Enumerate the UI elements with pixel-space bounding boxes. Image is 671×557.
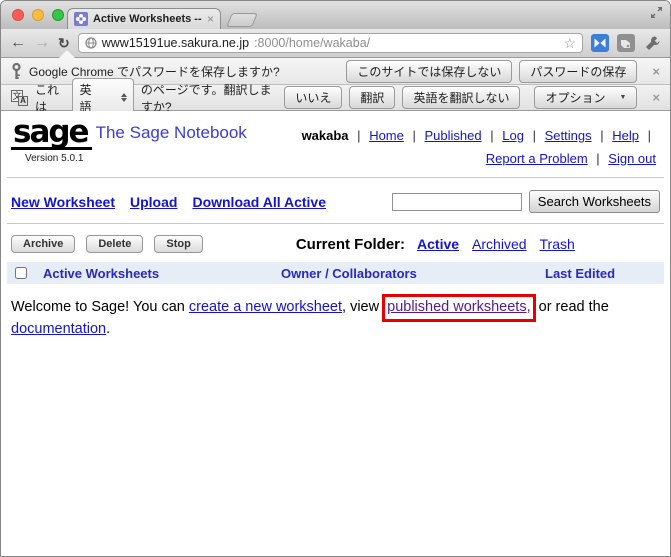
welcome-text: , view [342,299,383,315]
translate-no-button[interactable]: いいえ [284,86,342,109]
delete-button[interactable]: Delete [86,235,143,253]
titlebar: Active Worksheets -- Sage × [1,1,670,29]
create-new-worksheet-link[interactable]: create a new worksheet [189,299,342,315]
never-save-password-button[interactable]: このサイトでは保存しない [346,60,512,83]
blue-extension-icon[interactable] [591,34,609,52]
translate-question: のページです。翻訳しますか? [141,81,278,115]
nav-help-link[interactable]: Help [612,128,639,143]
documentation-link[interactable]: documentation [11,321,106,337]
welcome-text: , [527,299,531,315]
archive-button[interactable]: Archive [11,235,75,253]
wrench-icon[interactable] [643,34,661,52]
back-icon[interactable]: ← [10,35,26,51]
translate-options-label: オプション [545,89,605,106]
annotation-red-box: published worksheets, [382,294,535,322]
close-window-button[interactable] [12,9,24,21]
separator: | [357,125,360,148]
column-owner-collaborators: Owner / Collaborators [281,266,545,281]
folder-bar: Archive Delete Stop Current Folder: Acti… [11,235,660,253]
nav-log-link[interactable]: Log [502,128,524,143]
nav-published-link[interactable]: Published [425,128,482,143]
divider [7,177,664,178]
worksheet-table-header: Active Worksheets Owner / Collaborators … [7,262,664,284]
separator: | [600,125,603,148]
window-controls [12,9,64,21]
welcome-text: . [106,321,110,337]
translate-infobar: 文 A これは 英語 のページです。翻訳しますか? いいえ 翻訳 英語を翻訳しな… [1,85,670,111]
report-problem-link[interactable]: Report a Problem [486,151,588,166]
new-worksheet-link[interactable]: New Worksheet [11,194,115,210]
folder-active-link[interactable]: Active [417,236,459,252]
browser-window: Active Worksheets -- Sage × ← → ↻ www151… [0,0,671,557]
page-content: sageThe Sage Notebook Version 5.0.1 waka… [1,111,670,556]
select-stepper-icon [121,93,127,102]
reload-icon[interactable]: ↻ [58,36,70,50]
welcome-message: Welcome to Sage! You can create a new wo… [11,297,660,341]
minimize-window-button[interactable] [32,9,44,21]
password-message: Google Chrome でパスワードを保存しますか? [29,63,280,80]
url-path: :8000/home/wakaba/ [254,36,370,50]
bookmark-star-icon[interactable]: ☆ [563,36,576,50]
sign-out-link[interactable]: Sign out [608,151,656,166]
page-title: The Sage Notebook [96,123,247,142]
search-worksheets-button[interactable]: Search Worksheets [529,190,660,213]
translate-button[interactable]: 翻訳 [349,86,395,109]
worksheet-actions: New Worksheet Upload Download All Active… [11,190,660,213]
upload-link[interactable]: Upload [130,194,177,210]
globe-icon [85,37,97,49]
separator: | [490,125,493,148]
key-icon [11,63,22,80]
download-all-active-link[interactable]: Download All Active [192,194,326,210]
sage-logo: sage [11,119,92,150]
separator: | [648,125,651,148]
chevron-down-icon: ▼ [619,94,626,101]
translate-icon: 文 A [11,90,28,106]
translate-bar-close-icon[interactable]: × [652,90,660,105]
browser-tab[interactable]: Active Worksheets -- Sage × [67,8,221,29]
nav-settings-link[interactable]: Settings [545,128,592,143]
separator: | [596,148,599,171]
save-password-button[interactable]: パスワードの保存 [519,60,637,83]
user-nav: wakaba | Home | Published | Log | Settin… [302,125,656,171]
zoom-window-button[interactable] [52,9,64,21]
separator: | [533,125,536,148]
stop-button[interactable]: Stop [154,235,202,253]
username: wakaba [302,128,349,143]
column-last-edited: Last Edited [545,266,615,281]
separator: | [413,125,416,148]
password-bar-close-icon[interactable]: × [652,64,660,79]
translate-options-button[interactable]: オプション ▼ [534,86,637,109]
new-tab-button[interactable] [226,13,258,27]
welcome-text: or read the [535,299,609,315]
folder-archived-link[interactable]: Archived [472,236,526,252]
sage-favicon [74,12,88,26]
current-folder-label: Current Folder: [296,236,405,253]
browser-toolbar: ← → ↻ www15191ue.sakura.ne.jp :8000/home/… [1,29,670,58]
folder-trash-link[interactable]: Trash [540,236,575,252]
screen: Active Worksheets -- Sage × ← → ↻ www151… [0,0,671,557]
published-worksheets-link[interactable]: published worksheets [387,299,526,315]
select-all-checkbox[interactable] [15,267,27,279]
forward-icon[interactable]: → [34,35,50,51]
fullscreen-icon[interactable] [650,6,663,19]
nav-home-link[interactable]: Home [369,128,404,143]
divider [7,223,664,224]
evernote-extension-icon[interactable] [617,34,635,52]
search-input[interactable] [392,193,522,211]
translate-icon-sub: A [18,96,28,106]
welcome-text: Welcome to Sage! You can [11,299,189,315]
sage-header: sageThe Sage Notebook Version 5.0.1 waka… [11,119,660,171]
column-active-worksheets: Active Worksheets [43,266,281,281]
url-domain: www15191ue.sakura.ne.jp [102,36,249,50]
language-selected: 英語 [79,81,94,115]
tab-close-icon[interactable]: × [207,13,214,25]
translate-prefix: これは [35,81,65,115]
tab-title: Active Worksheets -- Sage [93,13,202,25]
never-translate-button[interactable]: 英語を翻訳しない [402,86,520,109]
address-bar[interactable]: www15191ue.sakura.ne.jp :8000/home/wakaba… [78,33,583,53]
